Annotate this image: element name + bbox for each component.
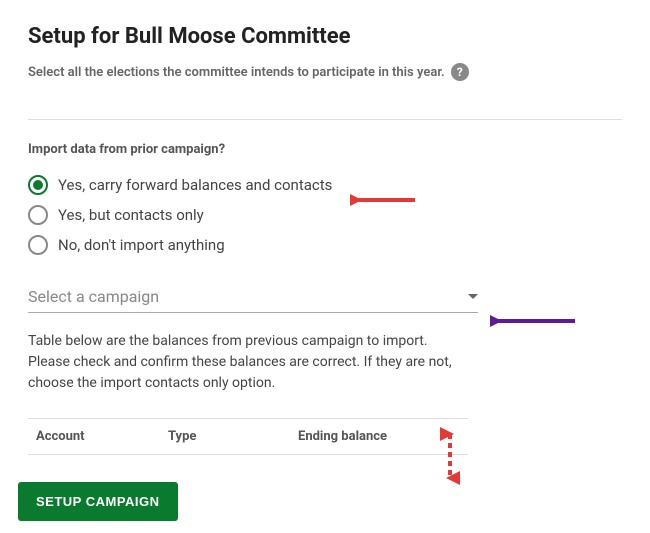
radio-option-contacts-only[interactable]: Yes, but contacts only (28, 205, 622, 225)
campaign-select[interactable]: Select a campaign (28, 281, 478, 313)
setup-campaign-button[interactable]: SETUP CAMPAIGN (18, 482, 178, 521)
radio-option-no-import[interactable]: No, don't import anything (28, 235, 622, 255)
page-title: Setup for Bull Moose Committee (28, 24, 622, 49)
radio-label: No, don't import anything (58, 236, 225, 254)
subtitle-row: Select all the elections the committee i… (28, 63, 622, 81)
radio-icon (28, 175, 48, 195)
divider (28, 119, 622, 120)
column-header-account: Account (28, 429, 168, 444)
column-header-balance: Ending balance (298, 429, 468, 444)
balances-description: Table below are the balances from previo… (28, 331, 468, 394)
import-section-label: Import data from prior campaign? (28, 142, 622, 157)
help-icon[interactable]: ? (451, 63, 469, 81)
radio-icon (28, 235, 48, 255)
radio-icon (28, 205, 48, 225)
balances-table-header: Account Type Ending balance (28, 418, 468, 455)
radio-option-carry-forward[interactable]: Yes, carry forward balances and contacts (28, 175, 622, 195)
column-header-type: Type (168, 429, 298, 444)
import-radio-group: Yes, carry forward balances and contacts… (28, 175, 622, 255)
subtitle-text: Select all the elections the committee i… (28, 65, 445, 80)
annotation-arrow-purple-right (490, 311, 580, 331)
radio-label: Yes, carry forward balances and contacts (58, 176, 332, 194)
radio-label: Yes, but contacts only (58, 206, 204, 224)
campaign-select-placeholder: Select a campaign (28, 287, 159, 306)
chevron-down-icon (468, 294, 478, 299)
